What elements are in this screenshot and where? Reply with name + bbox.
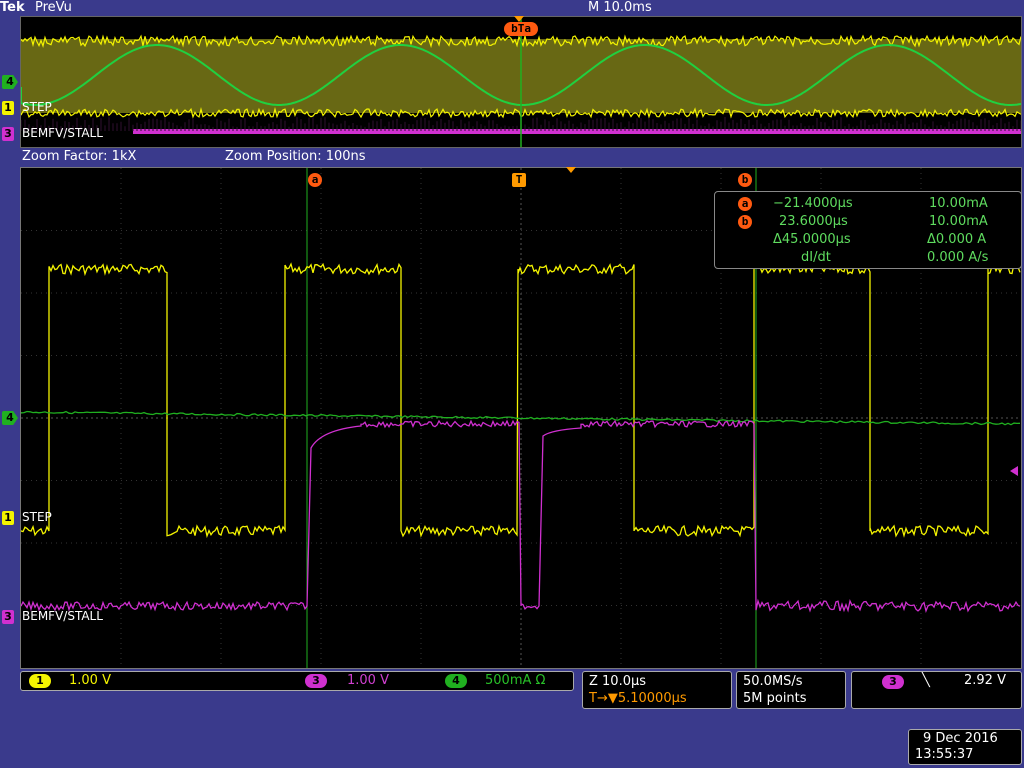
overview-ch1-name: STEP	[22, 100, 52, 114]
overview-trigger-arrow-icon	[514, 16, 524, 22]
ch4-scale-badge: 4	[445, 674, 467, 688]
ch1-scale-badge: 1	[29, 674, 51, 688]
overview-cursor-b-marker: b	[511, 22, 518, 35]
ch3-label: BEMFV/STALL	[22, 609, 103, 623]
cursor-a-value: 10.00mA	[929, 196, 988, 211]
cursor-delta-time: Δ45.0000µs	[773, 232, 851, 247]
sample-rate: 50.0MS/s	[743, 674, 803, 689]
ch4-scale[interactable]: 500mA Ω	[485, 673, 545, 688]
overview-ch4-tag[interactable]: 4	[2, 75, 18, 89]
trigger-source-badge: 3	[882, 675, 904, 689]
trigger-box[interactable]: 3 ╲ 2.92 V	[851, 671, 1022, 709]
horizontal-zoom-box[interactable]: Z 10.0µs T→▼5.10000µs	[582, 671, 732, 709]
overview-ch3-name: BEMFV/STALL	[22, 126, 103, 140]
ch3-scale-badge: 3	[305, 674, 327, 688]
cursor-b-time: 23.6000µs	[779, 214, 848, 229]
zoom-scale: Z 10.0µs	[589, 674, 647, 689]
falling-edge-icon: ╲	[922, 673, 930, 688]
top-bar: Tek PreVu M 10.0ms	[0, 0, 1024, 16]
overview-waveform-svg	[20, 17, 1022, 147]
acquisition-mode: PreVu	[35, 0, 72, 15]
trigger-level: 2.92 V	[964, 673, 1006, 688]
acquisition-box[interactable]: 50.0MS/s 5M points	[736, 671, 846, 709]
zoom-position: Zoom Position: 100ns	[225, 149, 366, 164]
overview-cursor-a-marker: a	[524, 22, 531, 35]
zoom-factor: Zoom Factor: 1kX	[22, 149, 137, 164]
date: 9 Dec 2016	[923, 731, 998, 746]
ch3-trigger-level-arrow-icon[interactable]	[1010, 466, 1018, 476]
ch3-scale[interactable]: 1.00 V	[347, 673, 389, 688]
overview-ch3-tag[interactable]: 3	[2, 127, 14, 141]
datetime-box: 9 Dec 2016 13:55:37	[908, 729, 1022, 765]
cursor-a-time: −21.4000µs	[773, 196, 853, 211]
cursor-a-marker[interactable]: a	[308, 173, 322, 187]
record-length: 5M points	[743, 691, 807, 706]
cursor-b-value: 10.00mA	[929, 214, 988, 229]
vertical-scale-bar[interactable]: 1 1.00 V 3 1.00 V 4 500mA Ω	[20, 671, 574, 691]
ch4-ground-tag[interactable]: 4	[2, 411, 18, 425]
ch1-scale[interactable]: 1.00 V	[69, 673, 111, 688]
overview-ch1-tag[interactable]: 1	[2, 101, 14, 115]
ch1-ground-tag[interactable]: 1	[2, 511, 14, 525]
brand-logo: Tek	[0, 0, 25, 15]
cursor-b-marker[interactable]: b	[738, 173, 752, 187]
ch3-ground-tag[interactable]: 3	[2, 610, 14, 624]
didt-value: 0.000 A/s	[927, 250, 989, 265]
overview-cursor-markers[interactable]: bTa	[504, 22, 538, 36]
readout-a-marker: a	[738, 197, 752, 211]
timebase-readout[interactable]: M 10.0ms	[588, 0, 652, 15]
trigger-delay: T→▼5.10000µs	[589, 691, 687, 706]
didt-label: dI/dt	[801, 250, 831, 265]
time: 13:55:37	[915, 747, 974, 762]
ch1-label: STEP	[22, 510, 52, 524]
trigger-point-arrow-icon	[566, 167, 576, 173]
trigger-position-marker[interactable]: T	[512, 173, 526, 187]
readout-b-marker: b	[738, 215, 752, 229]
cursor-readout-panel: a −21.4000µs 10.00mA b 23.6000µs 10.00mA…	[714, 191, 1022, 269]
cursor-delta-value: Δ0.000 A	[927, 232, 987, 247]
